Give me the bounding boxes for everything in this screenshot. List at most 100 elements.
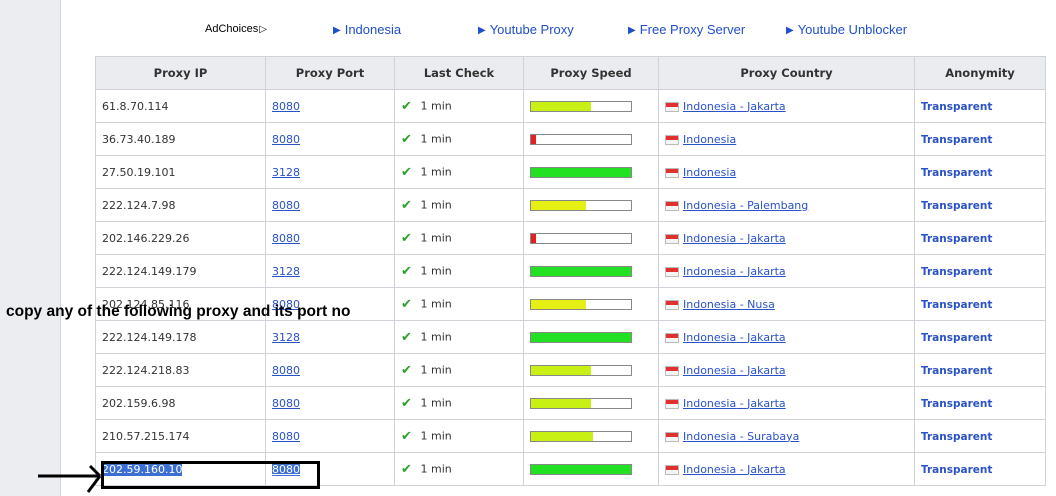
anonymity-link[interactable]: Transparent bbox=[921, 299, 992, 311]
proxy-ip-text[interactable]: 61.8.70.114 bbox=[102, 100, 168, 113]
play-arrow-icon: ▶ bbox=[628, 25, 636, 36]
adchoices-label[interactable]: AdChoices▷ bbox=[205, 23, 267, 35]
country-link[interactable]: Indonesia - Jakarta bbox=[683, 100, 786, 113]
anonymity-link[interactable]: Transparent bbox=[921, 233, 992, 245]
anonymity-link[interactable]: Transparent bbox=[921, 365, 992, 377]
column-header-anonymity[interactable]: Anonymity bbox=[914, 56, 1046, 90]
proxy-port-link[interactable]: 3128 bbox=[272, 166, 300, 179]
cell-proxy-ip[interactable]: 36.73.40.189 bbox=[95, 122, 266, 156]
ad-link-youtube-unblocker[interactable]: ▶ Youtube Unblocker bbox=[786, 22, 907, 37]
table-row: 202.159.6.98 8080 ✔ 1 min Indonesia - Jakar… bbox=[95, 386, 1046, 420]
proxy-port-link[interactable]: 8080 bbox=[272, 100, 300, 113]
proxy-ip-text[interactable]: 222.124.149.179 bbox=[102, 265, 196, 278]
country-link[interactable]: Indonesia - Surabaya bbox=[683, 430, 799, 443]
cell-proxy-ip[interactable]: 210.57.215.174 bbox=[95, 419, 266, 453]
anonymity-link[interactable]: Transparent bbox=[921, 266, 992, 278]
country-link[interactable]: Indonesia - Jakarta bbox=[683, 364, 786, 377]
column-header-last-check[interactable]: Last Check bbox=[394, 56, 524, 90]
country-link[interactable]: Indonesia - Nusa bbox=[683, 298, 775, 311]
cell-proxy-country: Indonesia - Jakarta bbox=[658, 221, 915, 255]
country-link[interactable]: Indonesia - Jakarta bbox=[683, 331, 786, 344]
speed-bar-fill bbox=[531, 465, 631, 474]
anonymity-link[interactable]: Transparent bbox=[921, 398, 992, 410]
proxy-ip-text[interactable]: 210.57.215.174 bbox=[102, 430, 189, 443]
cell-last-check: ✔ 1 min bbox=[394, 89, 524, 123]
proxy-port-link[interactable]: 8080 bbox=[272, 232, 300, 245]
proxy-port-link[interactable]: 3128 bbox=[272, 265, 300, 278]
anonymity-link[interactable]: Transparent bbox=[921, 200, 992, 212]
speed-bar bbox=[530, 200, 632, 211]
speed-bar-fill bbox=[531, 234, 536, 243]
cell-proxy-port: 8080 bbox=[265, 89, 395, 123]
proxy-ip-text[interactable]: 202.146.229.26 bbox=[102, 232, 189, 245]
cell-proxy-port: 8080 bbox=[265, 353, 395, 387]
cell-proxy-ip[interactable]: 222.124.149.179 bbox=[95, 254, 266, 288]
cell-proxy-speed bbox=[523, 452, 659, 486]
proxy-ip-text[interactable]: 27.50.19.101 bbox=[102, 166, 175, 179]
speed-bar-fill bbox=[531, 168, 631, 177]
country-link[interactable]: Indonesia bbox=[683, 166, 736, 179]
cell-anonymity: Transparent bbox=[914, 188, 1046, 222]
anonymity-link[interactable]: Transparent bbox=[921, 332, 992, 344]
cell-proxy-country: Indonesia - Jakarta bbox=[658, 89, 915, 123]
city-name: - Nusa bbox=[736, 297, 775, 311]
indonesia-flag-icon bbox=[665, 134, 679, 145]
proxy-ip-text[interactable]: 222.124.218.83 bbox=[102, 364, 189, 377]
cell-proxy-ip[interactable]: 202.146.229.26 bbox=[95, 221, 266, 255]
annotation-highlight-box bbox=[101, 461, 320, 489]
country-link[interactable]: Indonesia - Jakarta bbox=[683, 265, 786, 278]
cell-proxy-speed bbox=[523, 188, 659, 222]
country-name: Indonesia bbox=[683, 132, 737, 146]
cell-last-check: ✔ 1 min bbox=[394, 122, 524, 156]
country-link[interactable]: Indonesia - Jakarta bbox=[683, 397, 786, 410]
cell-proxy-speed bbox=[523, 122, 659, 156]
proxy-ip-text[interactable]: 222.124.149.178 bbox=[102, 331, 196, 344]
checkmark-icon: ✔ bbox=[401, 296, 412, 312]
cell-anonymity: Transparent bbox=[914, 419, 1046, 453]
cell-proxy-ip[interactable]: 61.8.70.114 bbox=[95, 89, 266, 123]
cell-proxy-ip[interactable]: 222.124.218.83 bbox=[95, 353, 266, 387]
column-header-proxy-speed[interactable]: Proxy Speed bbox=[523, 56, 659, 90]
column-header-proxy-port[interactable]: Proxy Port bbox=[265, 56, 395, 90]
proxy-port-link[interactable]: 3128 bbox=[272, 331, 300, 344]
proxy-port-link[interactable]: 8080 bbox=[272, 133, 300, 146]
cell-proxy-country: Indonesia - Palembang bbox=[658, 188, 915, 222]
checkmark-icon: ✔ bbox=[401, 428, 412, 444]
proxy-port-link[interactable]: 8080 bbox=[272, 364, 300, 377]
anonymity-link[interactable]: Transparent bbox=[921, 431, 992, 443]
cell-proxy-ip[interactable]: 222.124.7.98 bbox=[95, 188, 266, 222]
cell-proxy-ip[interactable]: 27.50.19.101 bbox=[95, 155, 266, 189]
anonymity-link[interactable]: Transparent bbox=[921, 167, 992, 179]
adchoices-icon: ▷ bbox=[259, 24, 267, 35]
ad-link-free-proxy-server[interactable]: ▶ Free Proxy Server bbox=[628, 22, 745, 37]
last-check-text: 1 min bbox=[420, 429, 452, 442]
country-link[interactable]: Indonesia - Palembang bbox=[683, 199, 808, 212]
country-link[interactable]: Indonesia bbox=[683, 133, 736, 146]
checkmark-icon: ✔ bbox=[401, 461, 412, 477]
proxy-port-link[interactable]: 8080 bbox=[272, 199, 300, 212]
last-check-text: 1 min bbox=[420, 198, 452, 211]
column-header-proxy-country[interactable]: Proxy Country bbox=[658, 56, 915, 90]
ad-link-indonesia[interactable]: ▶ Indonesia bbox=[333, 22, 401, 37]
cell-proxy-ip[interactable]: 222.124.149.178 bbox=[95, 320, 266, 354]
proxy-ip-text[interactable]: 36.73.40.189 bbox=[102, 133, 175, 146]
country-link[interactable]: Indonesia - Jakarta bbox=[683, 232, 786, 245]
anonymity-link[interactable]: Transparent bbox=[921, 101, 992, 113]
country-name: Indonesia bbox=[683, 198, 737, 212]
anonymity-link[interactable]: Transparent bbox=[921, 464, 992, 476]
anonymity-link[interactable]: Transparent bbox=[921, 134, 992, 146]
proxy-ip-text[interactable]: 202.159.6.98 bbox=[102, 397, 175, 410]
cell-proxy-speed bbox=[523, 221, 659, 255]
ad-bar: AdChoices▷ ▶ Indonesia ▶ Youtube Proxy ▶ Fr… bbox=[205, 22, 925, 42]
speed-bar-fill bbox=[531, 432, 593, 441]
proxy-ip-text[interactable]: 222.124.7.98 bbox=[102, 199, 175, 212]
ad-link-youtube-proxy[interactable]: ▶ Youtube Proxy bbox=[478, 22, 574, 37]
proxy-port-link[interactable]: 8080 bbox=[272, 397, 300, 410]
column-header-proxy-ip[interactable]: Proxy IP bbox=[95, 56, 266, 90]
last-check-text: 1 min bbox=[420, 165, 452, 178]
speed-bar-fill bbox=[531, 366, 591, 375]
proxy-port-link[interactable]: 8080 bbox=[272, 430, 300, 443]
cell-proxy-ip[interactable]: 202.159.6.98 bbox=[95, 386, 266, 420]
country-link[interactable]: Indonesia - Jakarta bbox=[683, 463, 786, 476]
cell-proxy-country: Indonesia - Jakarta bbox=[658, 320, 915, 354]
